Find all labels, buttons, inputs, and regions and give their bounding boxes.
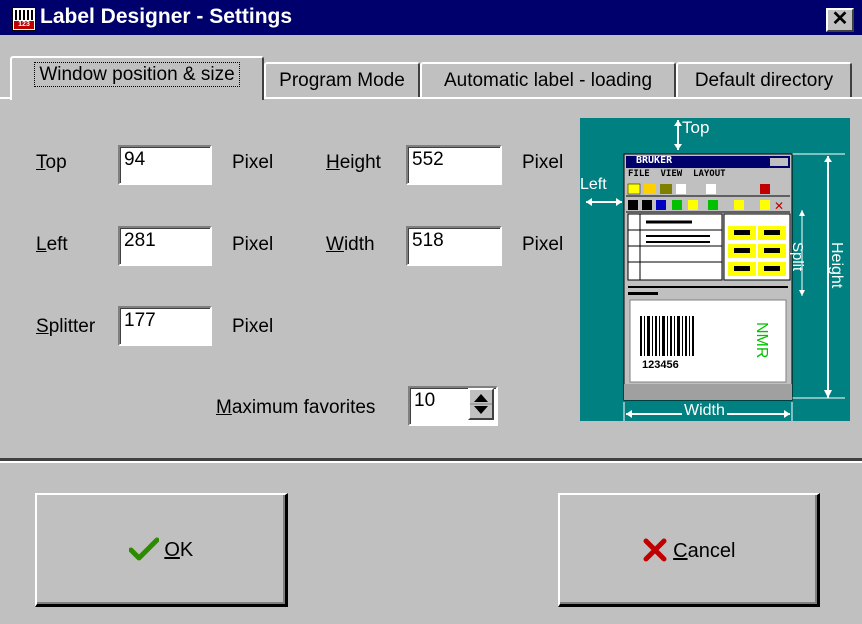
tab-automatic-label-loading[interactable]: Automatic label - loading	[420, 62, 676, 98]
preview-top-label: Top	[682, 118, 710, 137]
width-unit: Pixel	[522, 234, 564, 255]
close-button[interactable]: ✕	[826, 8, 854, 32]
top-label: Top	[36, 152, 67, 173]
splitter-unit: Pixel	[232, 316, 274, 337]
height-input[interactable]: 552	[406, 145, 502, 185]
cancel-label: ancel	[687, 540, 736, 562]
preview-left-label: Left	[580, 176, 607, 193]
tab-label: Automatic label - loading	[443, 70, 653, 91]
tab-default-directory[interactable]: Default directory	[676, 62, 852, 98]
width-input[interactable]: 518	[406, 226, 502, 266]
svg-text:✕: ✕	[774, 199, 784, 213]
preview-split-label: Split	[789, 242, 806, 272]
tab-window-position-size[interactable]: Window position & size	[10, 56, 264, 100]
height-label: Height	[326, 152, 381, 173]
preview-height-label: Height	[828, 242, 845, 289]
ok-button[interactable]: OK	[35, 493, 288, 607]
max-favorites-label: Maximum favorites	[216, 397, 376, 418]
left-label: Left	[36, 234, 68, 255]
cancel-button[interactable]: Cancel	[558, 493, 820, 607]
close-icon: ✕	[831, 8, 849, 30]
width-label: Width	[326, 234, 375, 255]
tab-label: Window position & size	[34, 62, 240, 87]
preview-app-title: BRUKER	[636, 155, 673, 166]
separator-highlight	[0, 461, 862, 463]
top-input[interactable]: 94	[118, 145, 212, 185]
x-cross-icon	[643, 538, 667, 562]
ok-label: K	[179, 539, 194, 561]
top-unit: Pixel	[232, 152, 274, 173]
height-unit: Pixel	[522, 152, 564, 173]
splitter-label: Splitter	[36, 316, 96, 337]
spinner-arrows-icon	[470, 394, 492, 414]
left-input[interactable]: 281	[118, 226, 212, 266]
tab-program-mode[interactable]: Program Mode	[264, 62, 420, 98]
layout-diagram-icon: ✕	[586, 120, 845, 421]
cancel-key: C	[673, 540, 688, 562]
max-favorites-spinner[interactable]	[468, 388, 494, 420]
cancel-button-content: Cancel	[560, 537, 817, 563]
preview-barcode-number: 123456	[642, 359, 679, 371]
preview-width-label: Width	[682, 402, 727, 420]
ok-key: O	[164, 539, 180, 561]
window-title: Label Designer - Settings	[40, 5, 293, 28]
tab-label: Program Mode	[279, 70, 405, 91]
left-unit: Pixel	[232, 234, 274, 255]
splitter-input[interactable]: 177	[118, 306, 212, 346]
preview-nmr-label: NMR	[753, 322, 770, 359]
preview-menu: FILE VIEW LAYOUT	[628, 169, 726, 179]
tab-label: Default directory	[694, 70, 834, 91]
checkmark-icon	[128, 537, 160, 561]
ok-button-content: OK	[37, 537, 285, 562]
barcode-app-icon: 123	[12, 7, 36, 31]
window-layout-preview: ✕ Top Left Split Height Width BRUKER FIL…	[580, 118, 850, 421]
